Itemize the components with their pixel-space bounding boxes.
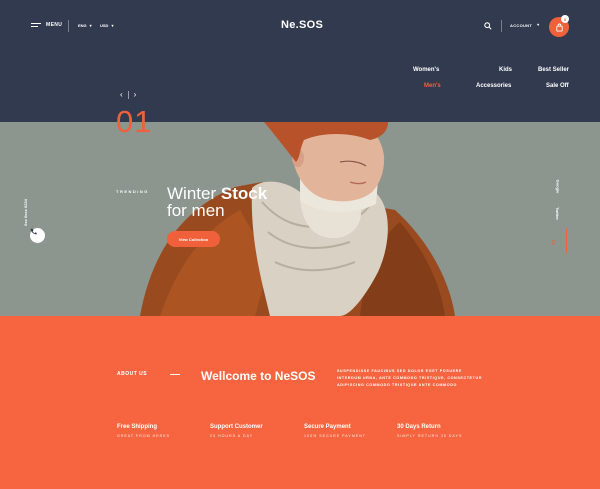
search-icon[interactable]	[484, 22, 492, 30]
currency-value: USD	[100, 23, 109, 28]
divider	[501, 20, 502, 32]
nav-item-womens[interactable]: Women's	[413, 67, 439, 73]
phone-icon	[30, 228, 37, 235]
hero-title-line2: for men	[167, 201, 225, 220]
feature-title: 30 Days Return	[397, 424, 441, 430]
feature-title: Secure Payment	[304, 424, 351, 430]
about-label: ABOUT US	[117, 371, 148, 377]
nav-item-sale-off[interactable]: Sale Off	[546, 83, 569, 89]
about-section: ABOUT US Wellcome to NeSOS SUSPENDISSE F…	[0, 316, 600, 489]
chevron-down-icon: ▾	[537, 22, 540, 27]
language-value: ENG	[78, 23, 87, 28]
hero-banner: 0xx 0xxx 0234 TRENDING Winter Stock for …	[0, 122, 600, 316]
site-header: MENU ENG ▾ USD ▾ Ne.SOS ACCOUNT ▾ 0 Wome…	[0, 0, 600, 122]
chevron-right-icon[interactable]: ›	[134, 90, 137, 99]
feature-secure-payment: Secure Payment 100% SECURE PAYMENT	[304, 424, 366, 438]
feature-subtitle: 24 HOURS A DAY	[210, 434, 254, 438]
account-menu[interactable]: ACCOUNT ▾	[510, 22, 540, 29]
phone-number: 0xx 0xxx 0234	[22, 199, 28, 226]
slide-number: 01	[116, 104, 153, 139]
social-link-google[interactable]: Google	[555, 180, 560, 194]
slider-controls: ‹ ›	[120, 90, 136, 99]
social-link-twitter[interactable]: Twitter	[555, 207, 560, 220]
hero-model-image	[0, 122, 600, 316]
nav-item-kids[interactable]: Kids	[499, 67, 512, 73]
feature-subtitle: 100% SECURE PAYMENT	[304, 434, 367, 438]
feature-free-shipping: Free Shipping GREAT FROM HERES	[117, 424, 170, 438]
view-collection-button[interactable]: View Collection	[167, 231, 220, 247]
divider	[170, 374, 180, 375]
shopping-bag-icon	[555, 23, 563, 32]
feature-support-customer: Support Customer 24 HOURS A DAY	[210, 424, 263, 438]
nav-item-accessories[interactable]: Accessories	[476, 83, 511, 89]
nav-item-mens[interactable]: Men's	[424, 83, 441, 89]
cart-count-badge: 0	[561, 15, 569, 23]
hamburger-icon	[31, 23, 41, 27]
hero-title: Winter Stock for men	[167, 185, 267, 219]
menu-label: MENU	[46, 22, 63, 28]
feature-subtitle: GREAT FROM HERES	[117, 434, 171, 438]
hero-tag: TRENDING	[116, 189, 149, 194]
divider	[68, 20, 69, 32]
nav-item-best-seller[interactable]: Best Seller	[538, 67, 569, 73]
language-select[interactable]: ENG ▾	[78, 23, 92, 28]
social-active-indicator	[566, 229, 567, 253]
currency-select[interactable]: USD ▾	[100, 23, 113, 28]
hero-title-bold: Stock	[220, 184, 268, 203]
chevron-left-icon[interactable]: ‹	[120, 90, 123, 99]
account-label: ACCOUNT	[510, 23, 533, 28]
phone-button[interactable]	[30, 228, 45, 243]
feature-title: Support Customer	[210, 424, 263, 430]
divider	[127, 90, 129, 99]
feature-30-days-return: 30 Days Return SIMPLY RETURN 30 DAYS	[397, 424, 462, 438]
chevron-down-icon: ▾	[111, 22, 114, 28]
about-text: SUSPENDISSE FAUCIBUS SED DOLOR EGET POSU…	[337, 369, 482, 387]
feature-subtitle: SIMPLY RETURN 30 DAYS	[397, 434, 463, 438]
site-logo[interactable]: Ne.SOS	[281, 19, 323, 31]
social-link-facebook[interactable]: Fb	[551, 240, 556, 245]
feature-title: Free Shipping	[117, 424, 158, 430]
about-heading: Wellcome to NeSOS	[201, 369, 316, 383]
chevron-down-icon: ▾	[89, 22, 92, 28]
menu-button[interactable]: MENU	[31, 22, 62, 28]
